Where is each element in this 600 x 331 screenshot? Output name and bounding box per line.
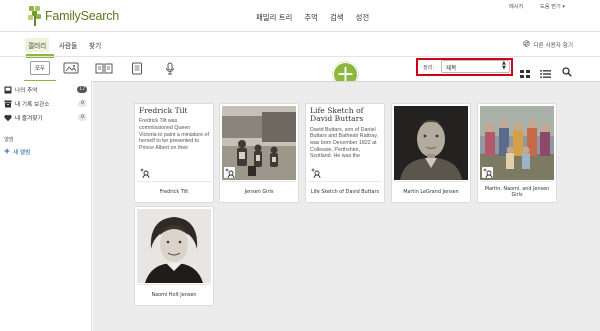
familysearch-logo[interactable]: FamilySearch [28, 5, 119, 27]
memory-card-photo[interactable]: Martin LeGrand Jensen [392, 104, 470, 202]
help-link[interactable]: 도움 받기 ▾ [540, 3, 565, 10]
grid-view-icon[interactable] [520, 63, 530, 82]
tab-gallery[interactable]: 갤러리 [25, 38, 50, 52]
memory-card-photo[interactable]: Martin, Naomi, and Jensen Girls [478, 104, 556, 202]
count-badge: 0 [78, 114, 87, 121]
list-view-icon[interactable] [540, 63, 551, 82]
new-album-link[interactable]: 새 앨범 [4, 148, 30, 156]
story-title: Life Sketch of David Buttars [310, 106, 364, 124]
sidebar-item-my-archive[interactable]: 내 기록 보관소 0 [4, 99, 90, 109]
audio-filter-icon[interactable] [161, 61, 179, 75]
top-header: FamilySearch 패밀리 트리 추억 검색 성전 메시지 도움 받기 ▾ [0, 0, 600, 31]
sidebar-item-label: 내 기록 보관소 [15, 102, 50, 108]
sort-select[interactable]: 제목 [441, 60, 510, 73]
tab-people[interactable]: 사람들 [56, 38, 80, 52]
filter-all-button[interactable]: 모두 [30, 61, 50, 75]
story-excerpt: David Buttars, son of Daniel Buttars and… [310, 126, 378, 160]
sort-label: 정리: [423, 65, 435, 71]
memory-card-story[interactable]: Life Sketch of David Buttars David Butta… [306, 104, 384, 202]
sidebar-item-favorites[interactable]: 내 즐겨찾기 0 [4, 113, 90, 123]
story-preview: Life Sketch of David Buttars David Butta… [308, 106, 382, 180]
story-title: Fredrick Tilt [139, 106, 188, 115]
count-badge: 17 [77, 86, 87, 93]
tag-person-icon[interactable] [139, 167, 150, 178]
sidebar-item-label: 나의 추억 [15, 88, 38, 94]
messages-link[interactable]: 메시지 [509, 3, 523, 10]
memory-card-photo[interactable]: Naomi Holt Jensen [135, 207, 213, 305]
tab-find[interactable]: 찾기 [86, 38, 104, 52]
photo-thumbnail [137, 209, 211, 283]
main-navigation: 패밀리 트리 추억 검색 성전 [256, 12, 369, 23]
memory-card-photo[interactable]: Jensen Girls [220, 104, 298, 202]
photo-filter-icon[interactable] [62, 61, 80, 75]
story-excerpt: Fredrick Tilt was commissioned Queen Vic… [139, 118, 209, 151]
plus-icon [4, 148, 10, 156]
nav-memories[interactable]: 추억 [304, 12, 318, 23]
nav-family-tree[interactable]: 패밀리 트리 [256, 12, 292, 23]
count-badge: 0 [78, 100, 87, 107]
sidebar-item-my-memories[interactable]: 나의 추억 17 [4, 85, 90, 95]
tag-person-icon[interactable] [310, 167, 321, 178]
photo-thumbnail [394, 106, 468, 180]
book-filter-icon[interactable] [95, 61, 113, 75]
story-preview: Fredrick Tilt Fredrick Tilt was commissi… [137, 106, 211, 180]
heart-icon [4, 114, 12, 122]
archive-icon [4, 100, 12, 108]
card-caption: Jensen Girls [222, 181, 296, 201]
nav-temple[interactable]: 성전 [356, 12, 370, 23]
card-caption: Martin, Naomi, and Jensen Girls [480, 181, 554, 201]
photo-thumbnail [222, 106, 296, 180]
card-caption: Fredrick Tilt [137, 181, 211, 201]
try-new-experience-link[interactable]: 다른 사용자 함기 [523, 40, 573, 49]
new-album-label: 새 앨범 [13, 150, 31, 156]
card-caption: Martin LeGrand Jensen [394, 181, 468, 201]
albums-section-heading: 앨범 [4, 137, 14, 143]
tag-person-icon[interactable] [224, 167, 235, 178]
nav-search[interactable]: 검색 [330, 12, 344, 23]
photo-thumbnail [480, 106, 554, 180]
card-caption: Naomi Holt Jensen [137, 284, 211, 304]
document-filter-icon[interactable] [128, 61, 146, 75]
memory-card-story[interactable]: Fredrick Tilt Fredrick Tilt was commissi… [135, 104, 213, 202]
card-caption: Life Sketch of David Buttars [308, 181, 382, 201]
tag-person-icon[interactable] [482, 167, 493, 178]
swap-icon [523, 40, 531, 49]
gallery-icon [4, 86, 12, 94]
tree-logo-icon [28, 6, 42, 26]
search-icon[interactable] [562, 62, 572, 81]
try-new-label: 다른 사용자 함기 [533, 42, 573, 49]
sidebar-item-label: 내 즐겨찾기 [15, 116, 43, 122]
logo-wordmark: FamilySearch [45, 9, 120, 23]
chevron-updown-icon: ▲ ▼ [502, 60, 506, 71]
